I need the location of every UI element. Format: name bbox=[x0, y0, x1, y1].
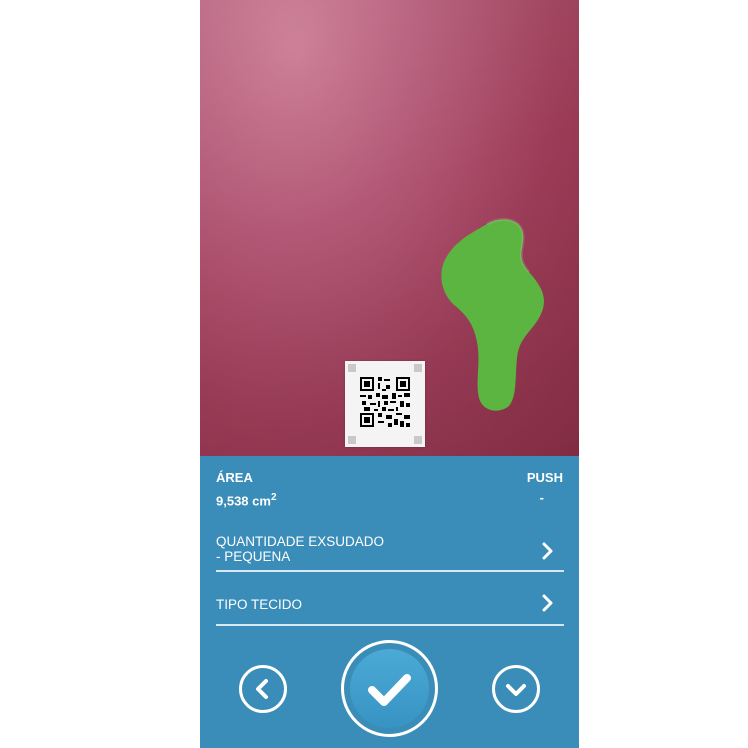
more-options-button[interactable] bbox=[492, 665, 540, 713]
qr-code-icon bbox=[360, 377, 410, 427]
area-label: ÁREA bbox=[216, 470, 253, 485]
wound-area-overlay bbox=[441, 218, 544, 411]
push-label: PUSH bbox=[526, 470, 563, 485]
field-label-exudate: QUANTIDADE EXSUDADO bbox=[216, 534, 385, 549]
chevron-left-icon bbox=[256, 679, 268, 699]
qr-calibration-marker bbox=[345, 361, 425, 447]
camera-preview bbox=[200, 0, 579, 456]
assessment-panel: ÁREA 9,538 cm2 PUSH - QUANTIDADE EXSUDAD… bbox=[200, 456, 579, 748]
chevron-right-icon bbox=[542, 594, 553, 612]
field-value-exudate: - PEQUENA bbox=[216, 549, 291, 564]
field-row-tissue-type[interactable]: TIPO TECIDO bbox=[216, 586, 564, 626]
push-value: - bbox=[539, 490, 544, 505]
area-value: 9,538 cm2 bbox=[216, 492, 277, 509]
field-label-tissue-type: TIPO TECIDO bbox=[216, 597, 303, 612]
confirm-button[interactable] bbox=[341, 640, 438, 737]
field-row-exudate[interactable]: QUANTIDADE EXSUDADO - PEQUENA bbox=[216, 532, 564, 572]
check-icon bbox=[368, 674, 411, 706]
back-button[interactable] bbox=[239, 665, 287, 713]
chevron-right-icon bbox=[542, 542, 553, 560]
area-unit-superscript: 2 bbox=[270, 492, 277, 503]
app-screen: ÁREA 9,538 cm2 PUSH - QUANTIDADE EXSUDAD… bbox=[200, 0, 579, 748]
chevron-down-icon bbox=[506, 684, 526, 696]
